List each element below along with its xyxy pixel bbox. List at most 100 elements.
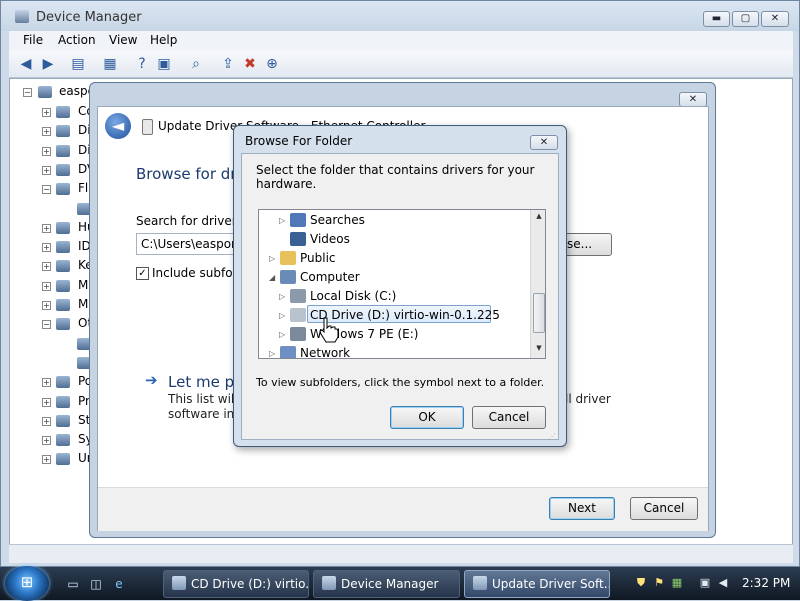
- action-center-icon[interactable]: ⚑: [652, 576, 666, 590]
- show-desktop-icon[interactable]: ▭: [65, 576, 81, 592]
- tree-expander[interactable]: +: [42, 378, 51, 387]
- network-icon[interactable]: ▦: [670, 576, 684, 590]
- folder-tree-scrollbar[interactable]: ▲ ▼: [530, 210, 545, 358]
- folder-tree-item[interactable]: ◢ Computer: [259, 268, 529, 287]
- tree-expander[interactable]: +: [42, 127, 51, 136]
- folder-icon: [290, 213, 306, 227]
- arrow-icon: ➔: [145, 371, 158, 389]
- tree-expander[interactable]: +: [42, 436, 51, 445]
- device-manager-icon: [322, 576, 336, 590]
- forward-arrow-icon[interactable]: ▶: [39, 55, 57, 73]
- title-bar[interactable]: Device Manager ▬ ▢ ✕: [1, 1, 799, 31]
- tree-expander[interactable]: +: [42, 108, 51, 117]
- internet-explorer-icon[interactable]: e: [111, 576, 127, 592]
- folder-tree-item[interactable]: ▷ CD Drive (D:) virtio-win-0.1.225: [259, 306, 529, 325]
- taskbar-item-update-driver[interactable]: Update Driver Soft...: [464, 570, 610, 598]
- tree-expander-root[interactable]: −: [23, 88, 32, 97]
- folder-tree[interactable]: ▷ Searches Videos ▷ Public ◢ Computer ▷ Local Di…: [258, 209, 546, 359]
- minimize-button[interactable]: ▬: [703, 11, 730, 27]
- include-subfolders-checkbox[interactable]: ✓: [136, 267, 149, 280]
- folder-tree-label: Network: [300, 346, 351, 359]
- enable-device-icon[interactable]: ⊕: [263, 55, 281, 73]
- device-category-icon: [56, 299, 70, 311]
- tree-expander[interactable]: +: [42, 398, 51, 407]
- menu-action[interactable]: Action: [58, 33, 96, 47]
- maximize-button[interactable]: ▢: [732, 11, 759, 27]
- device-category-icon: [56, 183, 70, 195]
- folder-tree-item[interactable]: ▷ Windows 7 PE (E:): [259, 325, 529, 344]
- browse-folder-close-button[interactable]: ✕: [530, 135, 558, 150]
- ok-button[interactable]: OK: [390, 406, 464, 429]
- folder-tree-label: Public: [300, 251, 336, 265]
- tree-expander[interactable]: +: [42, 282, 51, 291]
- tree-expander-icon[interactable]: ▷: [269, 349, 275, 358]
- device-category-icon: [56, 453, 70, 465]
- browse-cancel-button[interactable]: Cancel: [472, 406, 546, 429]
- windows-logo-icon: ⊞: [20, 573, 34, 591]
- start-button[interactable]: ⊞: [5, 566, 49, 601]
- tree-expander[interactable]: +: [42, 224, 51, 233]
- tree-expander-icon[interactable]: ◢: [269, 273, 275, 282]
- close-button[interactable]: ✕: [761, 11, 789, 27]
- help-icon[interactable]: ?: [133, 55, 151, 73]
- folder-tree-item[interactable]: ▷ Public: [259, 249, 529, 268]
- network-status-icon[interactable]: ▣: [698, 576, 712, 590]
- folder-icon: [290, 327, 306, 341]
- folder-tree-item[interactable]: ▷ Local Disk (C:): [259, 287, 529, 306]
- taskbar-item-cd-drive[interactable]: CD Drive (D:) virtio...: [163, 570, 309, 598]
- tree-expander[interactable]: +: [42, 262, 51, 271]
- tree-expander[interactable]: +: [42, 417, 51, 426]
- security-shield-icon[interactable]: ⛊: [634, 576, 648, 590]
- tree-item-label[interactable]: Fl: [78, 181, 88, 195]
- tree-expander-icon[interactable]: ▷: [279, 292, 285, 301]
- tree-expander[interactable]: −: [42, 185, 51, 194]
- volume-icon[interactable]: ◀: [716, 576, 730, 590]
- view-icon[interactable]: ▣: [155, 55, 173, 73]
- tree-expander-icon[interactable]: ▷: [269, 254, 275, 263]
- tree-expander-icon[interactable]: ▷: [279, 216, 285, 225]
- driver-path-input[interactable]: C:\Users\easports: [136, 233, 246, 255]
- scrollbar-thumb[interactable]: [533, 293, 545, 333]
- taskbar-item-label: Update Driver Soft...: [492, 577, 610, 591]
- tree-expander[interactable]: +: [42, 166, 51, 175]
- tree-expander-icon[interactable]: ▷: [279, 311, 285, 320]
- folder-tree-item[interactable]: ▷ Network: [259, 344, 529, 359]
- taskbar-item-label: Device Manager: [341, 577, 439, 591]
- update-driver-icon[interactable]: ⇪: [219, 55, 237, 73]
- taskbar: ⊞ ▭ ◫ e CD Drive (D:) virtio... Device M…: [0, 566, 800, 601]
- tree-expander[interactable]: +: [42, 243, 51, 252]
- switch-windows-icon[interactable]: ◫: [88, 576, 104, 592]
- resize-grip-icon[interactable]: ⋰: [548, 432, 558, 442]
- properties-icon[interactable]: ▦: [101, 55, 119, 73]
- subfolder-hint: To view subfolders, click the symbol nex…: [256, 376, 545, 389]
- clock[interactable]: 2:32 PM: [742, 576, 790, 590]
- uninstall-icon[interactable]: ✖: [241, 55, 259, 73]
- folder-tree-item[interactable]: ▷ Searches: [259, 211, 529, 230]
- scan-hardware-icon[interactable]: ⌕: [187, 55, 205, 73]
- browse-folder-dialog: Browse For Folder ✕ Select the folder th…: [233, 125, 567, 447]
- taskbar-item-device-manager[interactable]: Device Manager: [313, 570, 460, 598]
- tree-expander[interactable]: +: [42, 301, 51, 310]
- menu-help[interactable]: Help: [150, 33, 177, 47]
- menu-file[interactable]: File: [23, 33, 43, 47]
- cancel-button[interactable]: Cancel: [630, 497, 698, 520]
- let-me-pick-link[interactable]: Let me pi: [168, 373, 238, 391]
- tree-expander-icon[interactable]: ▷: [279, 330, 285, 339]
- folder-icon: [290, 308, 306, 322]
- tree-expander[interactable]: −: [42, 320, 51, 329]
- scroll-up-icon[interactable]: ▲: [531, 212, 545, 224]
- menu-view[interactable]: View: [109, 33, 137, 47]
- tree-expander[interactable]: +: [42, 455, 51, 464]
- device-category-icon: [56, 164, 70, 176]
- back-button[interactable]: ◄: [105, 113, 131, 139]
- console-tree-icon[interactable]: ▤: [69, 55, 87, 73]
- update-driver-close-button[interactable]: ✕: [679, 92, 707, 107]
- device-manager-icon: [15, 10, 29, 23]
- folder-icon: [280, 346, 296, 358]
- next-button[interactable]: Next: [549, 497, 615, 520]
- scroll-down-icon[interactable]: ▼: [531, 344, 545, 356]
- tree-expander[interactable]: +: [42, 147, 51, 156]
- window-title: Device Manager: [36, 10, 142, 25]
- folder-tree-item[interactable]: Videos: [259, 230, 529, 249]
- back-arrow-icon[interactable]: ◀: [17, 55, 35, 73]
